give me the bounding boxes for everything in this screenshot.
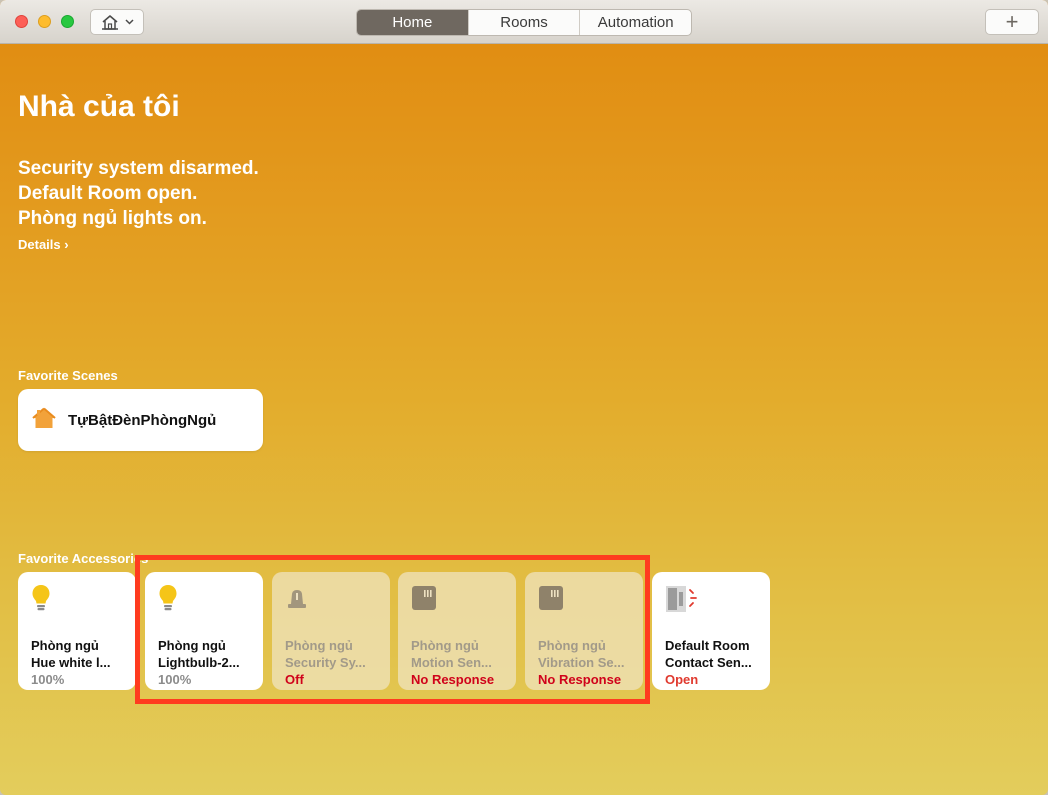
accessory-status: 100% [31, 672, 65, 687]
home-icon [32, 407, 56, 434]
accessory-name: Hue white l... [31, 655, 111, 670]
summary-line: Default Room open. [18, 183, 198, 204]
contact-sensor-icon [665, 584, 770, 616]
home-app-window: Home Rooms Automation + Nhà của tôi Secu… [0, 0, 1048, 795]
zoom-window-button[interactable] [61, 15, 74, 28]
accessory-room: Phòng ngủ [31, 638, 99, 653]
summary-line: Phòng ngủ lights on. [18, 208, 207, 229]
tab-automation[interactable]: Automation [580, 10, 691, 35]
lightbulb-icon [31, 584, 136, 616]
favorite-accessories-label: Favorite Accessories [18, 551, 149, 566]
minimize-window-button[interactable] [38, 15, 51, 28]
accessory-room: Default Room [665, 638, 750, 653]
tab-home[interactable]: Home [357, 10, 469, 35]
scene-name: TựBậtĐènPhòngNgủ [68, 411, 217, 429]
details-link[interactable]: Details › [18, 237, 69, 252]
accessory-tile[interactable]: Phòng ngủ Hue white l... 100% [18, 572, 136, 690]
accessory-status: Open [665, 672, 699, 687]
home-status-summary: Security system disarmed. Default Room o… [18, 156, 259, 231]
scene-tile[interactable]: TựBậtĐènPhòngNgủ [18, 389, 263, 451]
title-bar: Home Rooms Automation + [0, 0, 1048, 44]
annotation-highlight-box [135, 555, 650, 704]
summary-line: Security system disarmed. [18, 158, 259, 179]
accessory-name: Contact Sen... [665, 655, 752, 670]
view-tab-bar: Home Rooms Automation [356, 9, 692, 36]
close-window-button[interactable] [15, 15, 28, 28]
home-icon [101, 14, 119, 30]
chevron-down-icon [124, 19, 134, 25]
favorite-scenes-label: Favorite Scenes [18, 368, 118, 383]
accessory-tile[interactable]: Default Room Contact Sen... Open [652, 572, 770, 690]
add-button[interactable]: + [985, 9, 1039, 35]
tab-rooms[interactable]: Rooms [469, 10, 581, 35]
home-selector-button[interactable] [90, 9, 144, 35]
page-title: Nhà của tôi [18, 90, 180, 123]
